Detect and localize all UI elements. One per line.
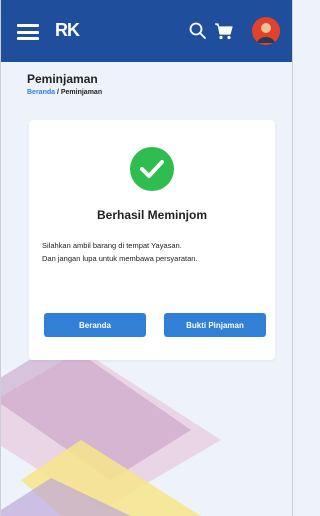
top-navbar: RK: [1, 0, 292, 62]
success-title: Berhasil Meminjom: [96, 208, 208, 222]
avatar[interactable]: [252, 17, 280, 45]
breadcrumb: Beranda / Peminjaman: [27, 89, 102, 96]
success-message-line2: Dan jangan lupa untuk membawa persyarata…: [42, 254, 198, 263]
check-circle-icon: [130, 147, 174, 191]
beranda-button[interactable]: Beranda: [44, 313, 146, 337]
breadcrumb-home-link[interactable]: Beranda: [27, 89, 55, 96]
search-icon[interactable]: [187, 20, 209, 42]
breadcrumb-current: Peminjaman: [60, 89, 103, 96]
brand-logo[interactable]: RK: [55, 20, 80, 41]
success-card: Berhasil Meminjom Silahkan ambil barang …: [29, 120, 275, 360]
success-message-line1: Silahkan ambil barang di tempat Yayasan.: [42, 241, 182, 250]
cart-icon[interactable]: [213, 20, 235, 42]
user-avatar-icon: [252, 17, 280, 45]
bukti-pinjaman-button[interactable]: Bukti Pinjaman: [164, 313, 266, 337]
background-decoration: [1, 360, 221, 516]
menu-icon[interactable]: [17, 24, 39, 40]
page-title: Peminjaman: [27, 72, 98, 86]
